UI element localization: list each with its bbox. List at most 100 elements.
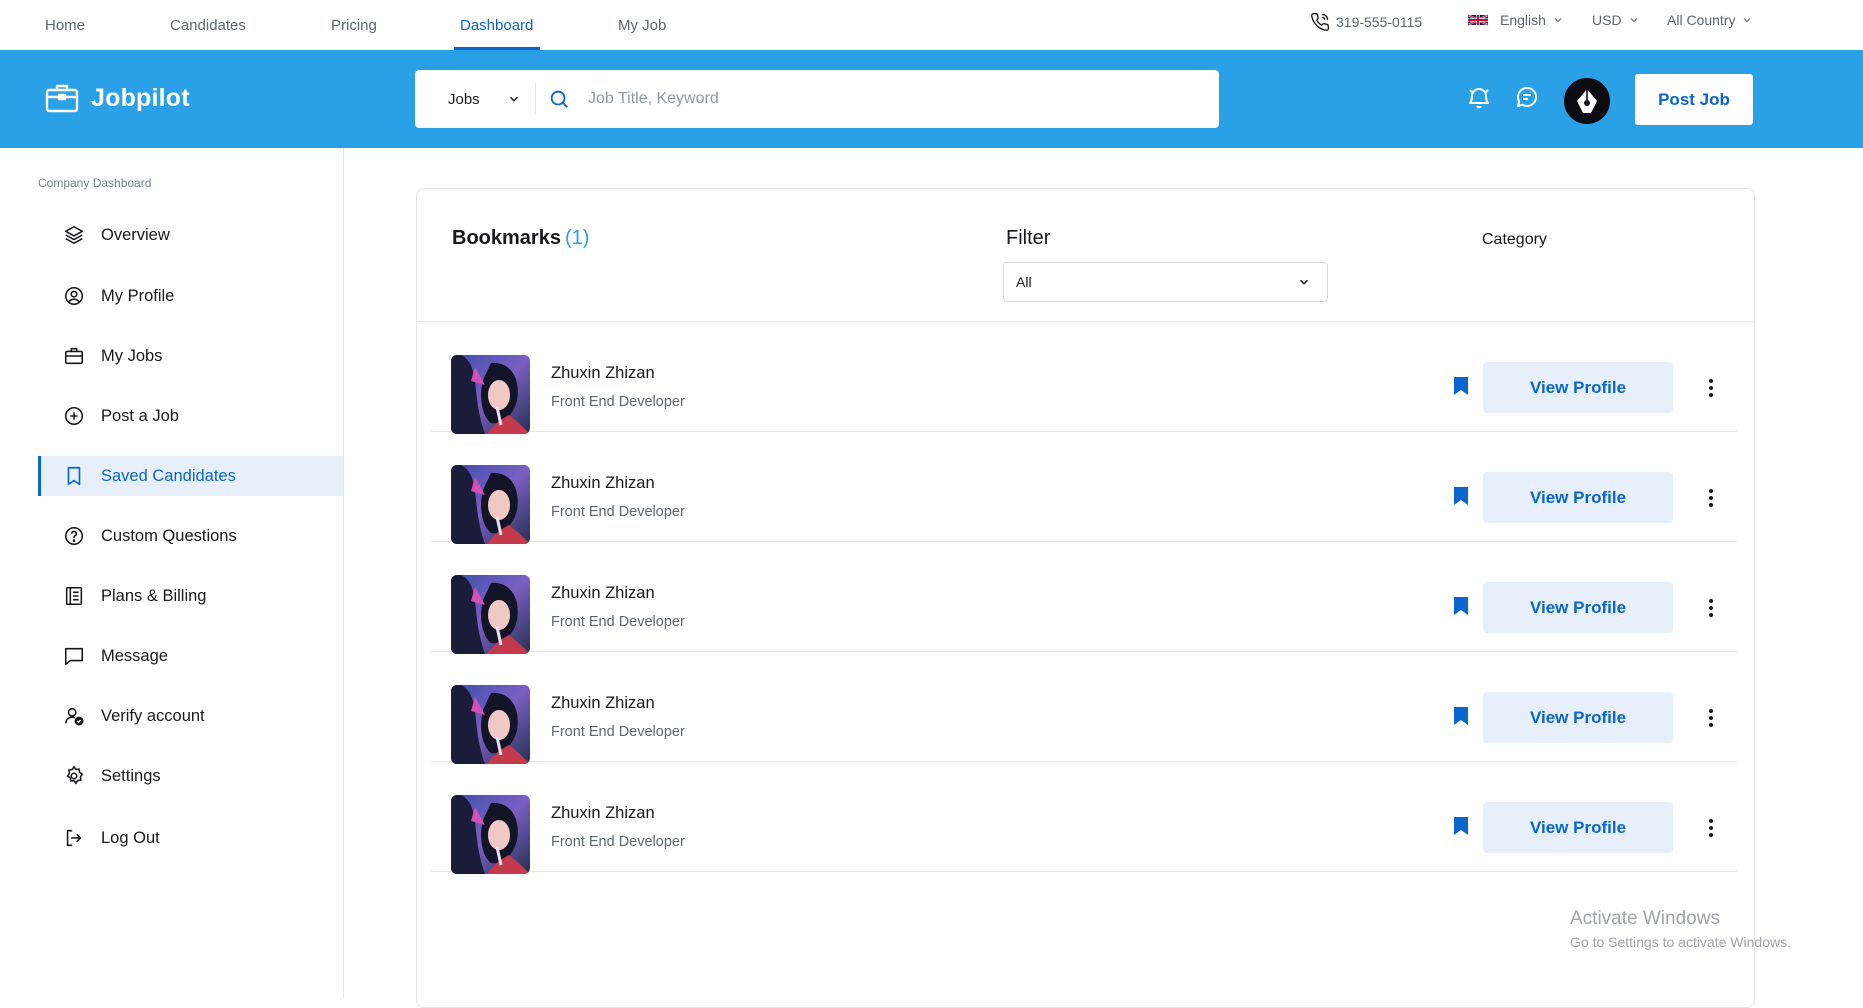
filter-value: All [1016, 274, 1032, 290]
candidate-row: Zhuxin Zhizan Front End Developer View Pro… [431, 542, 1737, 654]
candidate-role: Front End Developer [551, 614, 685, 630]
search-divider [535, 83, 536, 115]
watermark-line-1: Activate Windows [1570, 908, 1720, 929]
sidebar-item-my-profile[interactable]: My Profile [38, 276, 343, 316]
language-selector[interactable]: English [1468, 12, 1564, 28]
billing-icon [62, 584, 86, 608]
post-job-button[interactable]: Post Job [1635, 74, 1753, 125]
phone-icon [1310, 12, 1336, 32]
sidebar-item-saved-candidates[interactable]: Saved Candidates [38, 456, 343, 496]
company-avatar[interactable] [1562, 76, 1612, 126]
logo[interactable]: Jobpilot [45, 82, 190, 114]
plus-circle-icon [62, 404, 86, 428]
search-type-label: Jobs [448, 90, 480, 108]
more-options-icon[interactable] [1701, 378, 1721, 398]
sidebar-item-post-a-job[interactable]: Post a Job [38, 396, 343, 436]
currency-selector[interactable]: USD [1592, 12, 1640, 28]
view-profile-button[interactable]: View Profile [1483, 802, 1673, 853]
sidebar-item-overview[interactable]: Overview [38, 215, 343, 255]
view-profile-button[interactable]: View Profile [1483, 472, 1673, 523]
message-icon [62, 644, 86, 668]
candidate-avatar[interactable] [451, 575, 530, 654]
nav-link-dashboard[interactable]: Dashboard [460, 17, 533, 34]
candidate-name[interactable]: Zhuxin Zhizan [551, 474, 655, 493]
chevron-down-icon [507, 92, 521, 106]
candidate-avatar[interactable] [451, 685, 530, 764]
country-selector[interactable]: All Country [1667, 12, 1753, 28]
search-icon [548, 88, 570, 110]
candidate-role: Front End Developer [551, 504, 685, 520]
question-circle-icon [62, 524, 86, 548]
candidate-avatar[interactable] [451, 465, 530, 544]
more-options-icon[interactable] [1701, 818, 1721, 838]
page-title: Bookmarks (1) [452, 227, 589, 250]
chat-icon[interactable] [1515, 85, 1539, 109]
sidebar-item-my-jobs[interactable]: My Jobs [38, 336, 343, 376]
bookmark-filled-icon[interactable] [1453, 706, 1469, 726]
nav-link-home[interactable]: Home [45, 17, 85, 34]
sidebar-item-message[interactable]: Message [38, 636, 343, 676]
header-bar: Jobpilot Jobs Post Job [0, 50, 1863, 148]
logout-icon [62, 826, 86, 850]
candidate-avatar[interactable] [451, 795, 530, 874]
sidebar-section-title: Company Dashboard [38, 176, 152, 190]
phone-number-text: 319-555-0115 [1336, 14, 1423, 30]
sidebar-item-label: Plans & Billing [101, 586, 207, 605]
sidebar-item-label: Overview [101, 225, 170, 244]
more-options-icon[interactable] [1701, 488, 1721, 508]
filter-select[interactable]: All [1003, 262, 1328, 302]
search-type-select[interactable]: Jobs [415, 70, 535, 128]
sidebar-item-label: Verify account [101, 706, 205, 725]
bookmarks-count: (1) [564, 227, 590, 249]
more-options-icon[interactable] [1701, 598, 1721, 618]
pen-nib-logo-icon [1577, 89, 1597, 113]
language-label: English [1500, 12, 1546, 28]
sidebar-item-log-out[interactable]: Log Out [38, 818, 343, 858]
nav-link-candidates[interactable]: Candidates [170, 17, 246, 34]
search-input[interactable] [588, 90, 1188, 108]
candidate-name[interactable]: Zhuxin Zhizan [551, 584, 655, 603]
sidebar-item-label: Post a Job [101, 406, 179, 425]
candidate-name[interactable]: Zhuxin Zhizan [551, 694, 655, 713]
bookmark-filled-icon[interactable] [1453, 816, 1469, 836]
gear-icon [62, 764, 86, 788]
notification-bell-icon[interactable] [1467, 85, 1491, 111]
chevron-down-icon [1628, 14, 1640, 26]
chevron-down-icon [1552, 14, 1564, 26]
chevron-down-icon [1741, 14, 1753, 26]
bookmark-icon [62, 464, 86, 488]
bookmark-filled-icon[interactable] [1453, 486, 1469, 506]
search-bar: Jobs [415, 70, 1219, 128]
sidebar-item-label: Custom Questions [101, 526, 237, 545]
watermark-line-2: Go to Settings to activate Windows. [1570, 934, 1791, 950]
sidebar-item-label: Saved Candidates [101, 466, 236, 485]
bookmarks-card: Bookmarks (1) Filter All Category Zhuxin … [416, 188, 1755, 1008]
bookmarks-header: Bookmarks (1) Filter All Category [417, 189, 1754, 322]
candidate-name[interactable]: Zhuxin Zhizan [551, 364, 655, 383]
view-profile-button[interactable]: View Profile [1483, 582, 1673, 633]
sidebar-item-label: My Jobs [101, 346, 163, 365]
bookmark-filled-icon[interactable] [1453, 376, 1469, 396]
logo-text: Jobpilot [91, 83, 190, 112]
candidate-row: Zhuxin Zhizan Front End Developer View Pro… [431, 652, 1737, 764]
sidebar-item-verify-account[interactable]: Verify account [38, 696, 343, 736]
candidate-name[interactable]: Zhuxin Zhizan [551, 804, 655, 823]
top-navigation: Home Candidates Pricing Dashboard My Job… [0, 0, 1863, 50]
bookmark-filled-icon[interactable] [1453, 596, 1469, 616]
nav-link-pricing[interactable]: Pricing [331, 17, 377, 34]
sidebar-item-custom-questions[interactable]: Custom Questions [38, 516, 343, 556]
candidate-row: Zhuxin Zhizan Front End Developer View Pro… [431, 322, 1737, 434]
view-profile-button[interactable]: View Profile [1483, 692, 1673, 743]
chevron-down-icon [1297, 275, 1311, 289]
sidebar-item-settings[interactable]: Settings [38, 756, 343, 796]
sidebar-item-label: Message [101, 646, 168, 665]
briefcase-logo-icon [45, 82, 79, 114]
candidate-role: Front End Developer [551, 724, 685, 740]
view-profile-button[interactable]: View Profile [1483, 362, 1673, 413]
candidate-avatar[interactable] [451, 355, 530, 434]
candidate-role: Front End Developer [551, 394, 685, 410]
nav-link-my-job[interactable]: My Job [618, 17, 666, 34]
more-options-icon[interactable] [1701, 708, 1721, 728]
sidebar-item-plans-billing[interactable]: Plans & Billing [38, 576, 343, 616]
verify-user-icon [62, 704, 86, 728]
